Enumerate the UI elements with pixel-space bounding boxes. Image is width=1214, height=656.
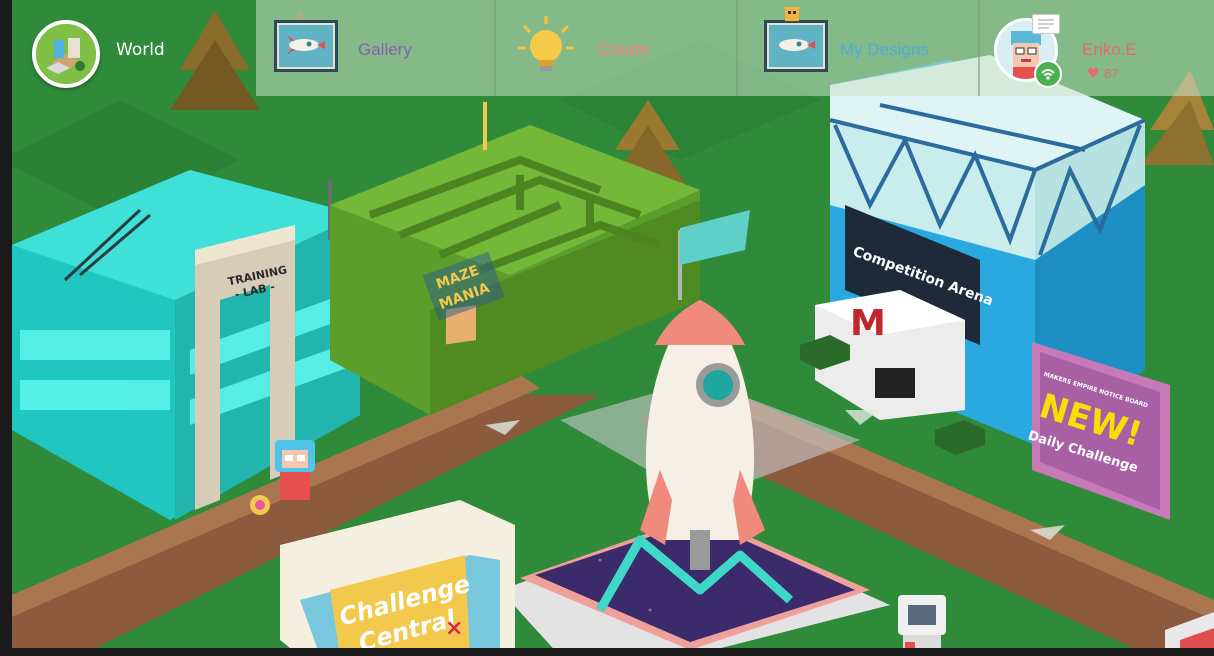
username-label: Eriko.E: [1082, 40, 1137, 59]
x-mark: ×: [445, 616, 463, 641]
gallery-label: Gallery: [358, 40, 412, 59]
screen-left-border: [0, 0, 12, 656]
mail-icon[interactable]: [1032, 14, 1060, 34]
world-button[interactable]: World: [14, 6, 214, 90]
hearts-count: 87: [1104, 66, 1119, 81]
robot-character[interactable]: [898, 595, 946, 655]
my-designs-label: My Designs: [840, 40, 929, 59]
top-navigation-bar: World Gallery Create My Designs Eriko.E …: [0, 0, 1214, 96]
lightbulb-icon: [518, 16, 574, 71]
heart-icon: ♥: [1087, 66, 1100, 82]
screen-bottom-border: [0, 648, 1214, 656]
m-logo: M: [850, 303, 886, 344]
gallery-button[interactable]: Gallery: [256, 0, 494, 96]
create-button[interactable]: Create: [496, 0, 736, 96]
create-label: Create: [598, 40, 650, 59]
game-world-scene: TRAINING - LAB - MAZE MANIA Competition …: [0, 0, 1214, 656]
robot-head-icon: [785, 7, 799, 21]
world-label: World: [116, 40, 165, 60]
nav-divider: [978, 0, 980, 96]
wifi-icon: [1034, 60, 1062, 88]
my-designs-thumbnail-icon: [764, 20, 828, 72]
user-profile-button[interactable]: Eriko.E ♥ 87: [982, 0, 1214, 96]
world-map-icon: [32, 20, 100, 88]
my-designs-button[interactable]: My Designs: [738, 0, 978, 96]
gallery-thumbnail-icon: [274, 20, 338, 72]
